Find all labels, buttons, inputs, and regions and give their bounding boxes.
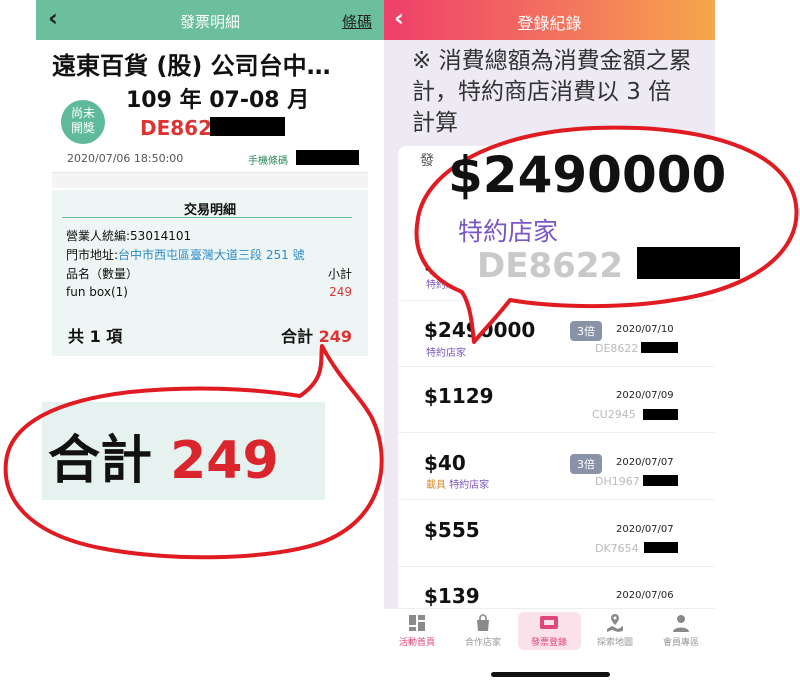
section-gap	[52, 173, 368, 188]
redaction-bar	[637, 247, 740, 279]
status-badge-label: 尚未 開獎	[70, 106, 95, 135]
invoice-detail-header: ‹ 發票明細 條碼	[36, 0, 384, 40]
tax-id: 營業人統編:53014101	[66, 229, 192, 243]
store-address: 門市地址:台中市西屯區臺灣大道三段 251 號	[66, 246, 305, 263]
status-badge: 尚未 開獎	[61, 100, 105, 144]
item-price: 249	[329, 285, 352, 299]
carrier-label: 手機條碼	[248, 156, 288, 167]
barcode-link[interactable]: 條碼	[342, 11, 372, 32]
subtotal-column-header: 小計	[327, 267, 352, 281]
zoom-store-label: 特約店家	[458, 217, 559, 246]
total-value: 249	[318, 327, 352, 346]
zoom-invoice-number: DE8622	[477, 246, 624, 286]
total-amount: 合計 249	[281, 323, 352, 347]
invoice-detail-screen: ‹ 發票明細 條碼 遠東百貨 (股) 公司台中… 109 年 07-08 月 尚…	[0, 0, 384, 683]
redaction-bar	[296, 150, 359, 165]
redaction-bar	[210, 117, 285, 136]
speech-bubble-callout	[414, 125, 799, 344]
transaction-title: 交易明細	[183, 203, 236, 218]
item-column-header: 品名（數量）	[66, 267, 139, 281]
zoom-total-value: 249	[170, 431, 279, 491]
zoom-total: 合計 249	[48, 418, 279, 493]
company-name: 遠東百貨 (股) 公司台中…	[52, 52, 331, 80]
transaction-details: 交易明細 營業人統編:53014101 門市地址:台中市西屯區臺灣大道三段 25…	[52, 190, 368, 356]
total-label: 合計	[281, 327, 314, 346]
zoom-amount: $2490000	[448, 146, 727, 204]
invoice-number: DE862	[140, 116, 213, 140]
divider	[62, 217, 352, 218]
item-name: fun box(1)	[66, 285, 128, 299]
address-link[interactable]: 台中市西屯區臺灣大道三段 251 號	[118, 248, 305, 262]
page-title: 發票明細	[179, 13, 240, 31]
invoice-period: 109 年 07-08 月	[126, 88, 310, 113]
address-label: 門市地址:	[66, 248, 119, 262]
invoice-datetime: 2020/07/06 18:50:00	[67, 152, 184, 165]
item-count: 共 1 項	[68, 327, 123, 346]
zoom-total-label: 合計	[48, 431, 153, 491]
